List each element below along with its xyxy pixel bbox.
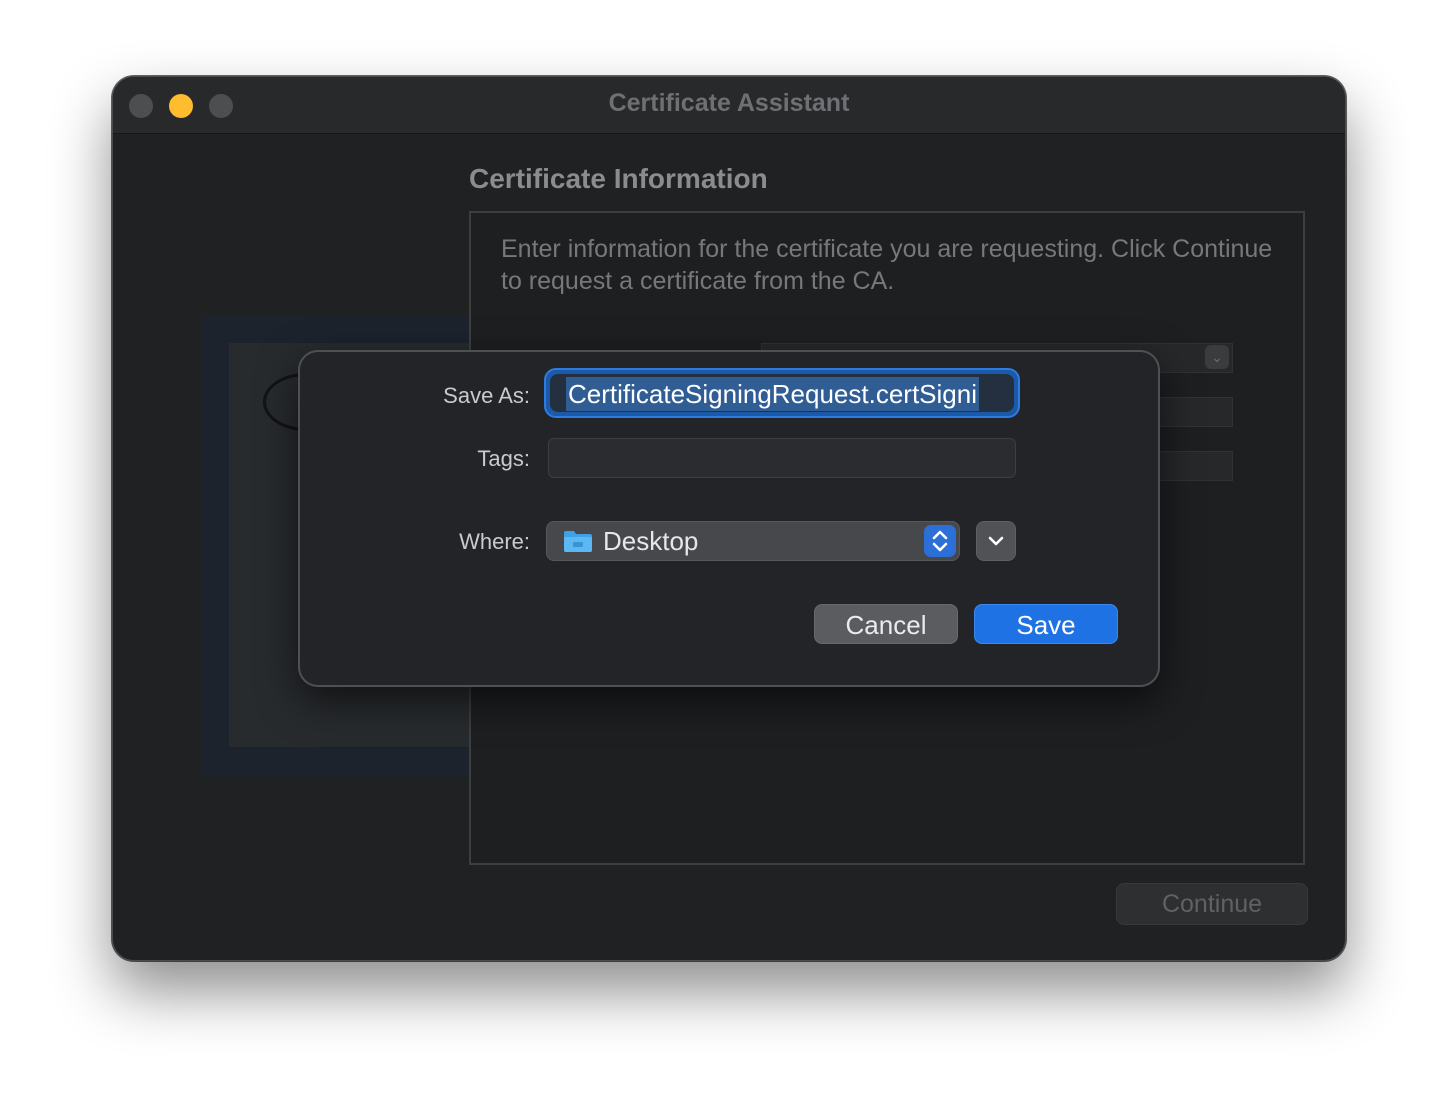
save-button[interactable]: Save	[974, 604, 1118, 644]
save-as-value-selected: CertificateSigningRequest.certSigni	[566, 377, 979, 411]
chevron-down-icon: ⌄	[1205, 345, 1229, 369]
folder-icon	[564, 531, 592, 552]
expand-dialog-button[interactable]	[976, 521, 1016, 561]
cancel-button[interactable]: Cancel	[814, 604, 958, 644]
save-as-field-focus-ring[interactable]: CertificateSigningRequest.certSigni	[544, 368, 1020, 418]
instructions-text: Enter information for the certificate yo…	[501, 235, 1273, 295]
section-title: Certificate Information	[469, 163, 768, 194]
up-down-chevron-icon	[924, 525, 956, 557]
window-title: Certificate Assistant	[608, 89, 850, 117]
chevron-down-icon	[988, 536, 1004, 546]
save-as-label: Save As:	[443, 383, 530, 408]
save-as-input[interactable]: CertificateSigningRequest.certSigni	[550, 374, 1014, 412]
where-location-popup[interactable]: Desktop	[546, 521, 960, 561]
save-dialog-sheet: Save As: CertificateSigningRequest.certS…	[298, 350, 1160, 687]
tags-label: Tags:	[477, 446, 530, 471]
title-bar: Certificate Assistant	[113, 77, 1345, 134]
where-label: Where:	[459, 529, 530, 554]
continue-button[interactable]: Continue	[1116, 883, 1308, 925]
tags-input[interactable]	[548, 438, 1016, 478]
where-value: Desktop	[603, 526, 699, 556]
